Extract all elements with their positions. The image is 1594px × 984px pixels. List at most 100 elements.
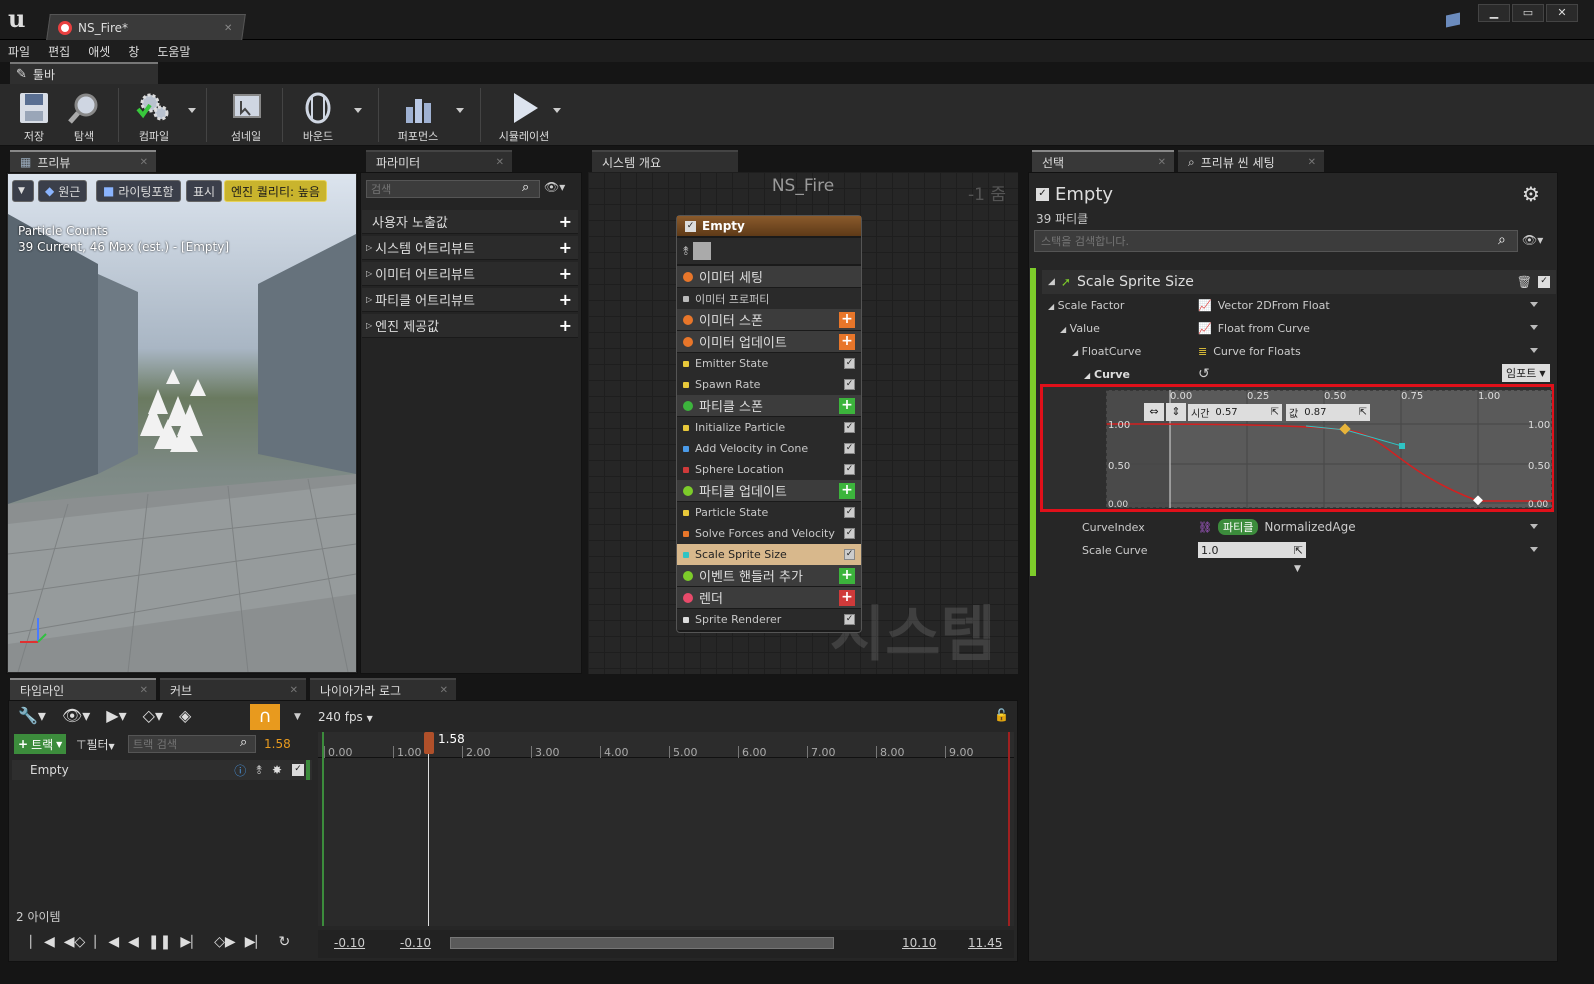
key-options-icon[interactable]: ◇▾ bbox=[143, 706, 163, 725]
save-button[interactable]: 저장 bbox=[12, 86, 56, 144]
view-end-2[interactable]: 11.45 bbox=[968, 936, 1002, 950]
node-row-5[interactable]: Spawn Rate ✓ bbox=[677, 374, 861, 395]
prop-scale-factor[interactable]: ◢ Scale Factor 📈 Vector 2DFrom Float bbox=[1042, 294, 1556, 316]
jump-to-end-icon[interactable]: ▶⎸ bbox=[245, 934, 270, 950]
node-row-3[interactable]: 이미터 업데이트 + bbox=[677, 331, 861, 352]
toolbar-tab[interactable]: ✎ 툴바 bbox=[10, 62, 158, 84]
param-row-user[interactable]: 사용자 노출값 + bbox=[362, 210, 578, 234]
add-track-button[interactable]: + 트랙 ▼ bbox=[14, 734, 67, 754]
eye-options-icon[interactable]: 👁▾ bbox=[62, 706, 90, 725]
param-row-emitter[interactable]: ▷ 이미터 어트리뷰트 + bbox=[362, 262, 578, 286]
selection-enabled-checkbox[interactable]: ✓ bbox=[1036, 188, 1049, 201]
node-row-8[interactable]: Add Velocity in Cone ✓ bbox=[677, 438, 861, 459]
close-icon[interactable]: ✕ bbox=[1158, 157, 1166, 168]
tab-parameters[interactable]: 파라미터 ✕ bbox=[366, 150, 512, 172]
engine-quality-button[interactable]: 엔진 퀄리티: 높음 bbox=[224, 180, 327, 202]
add-module-icon[interactable]: + bbox=[839, 589, 855, 606]
simulation-button[interactable]: 시뮬레이션 bbox=[494, 86, 554, 144]
view-end-1[interactable]: 10.10 bbox=[902, 936, 936, 950]
menu-help[interactable]: 도움말 bbox=[157, 43, 190, 60]
play-reverse-icon[interactable]: ◀ bbox=[128, 934, 139, 950]
key-icon[interactable]: ◈ bbox=[179, 706, 191, 725]
jump-to-start-icon[interactable]: ⎸◀ bbox=[30, 934, 55, 950]
trash-icon[interactable]: 🗑 bbox=[1517, 275, 1532, 289]
module-header[interactable]: ◢ ➚ Scale Sprite Size 🗑 ✓ bbox=[1042, 270, 1556, 294]
close-icon[interactable]: ✕ bbox=[140, 157, 148, 168]
tab-system-overview[interactable]: 시스템 개요 bbox=[592, 150, 738, 172]
chevron-down-icon[interactable] bbox=[1530, 325, 1538, 330]
sparkle-icon[interactable]: ✸ bbox=[272, 763, 282, 777]
tab-preview[interactable]: ▦ 프리뷰 ✕ bbox=[10, 150, 156, 172]
menu-asset[interactable]: 애셋 bbox=[88, 43, 110, 60]
collapse-arrow-icon[interactable]: ◢ bbox=[1048, 277, 1055, 287]
add-icon[interactable]: + bbox=[559, 316, 572, 335]
browse-button[interactable]: 탐색 bbox=[62, 86, 106, 144]
param-row-engine[interactable]: ▷ 엔진 제공값 + bbox=[362, 314, 578, 338]
add-icon[interactable]: + bbox=[559, 212, 572, 231]
key-value-field[interactable]: 값 0.87 ⇱ bbox=[1286, 404, 1370, 421]
param-row-particle[interactable]: ▷ 파티클 어트리뷰트 + bbox=[362, 288, 578, 312]
visibility-eye-icon[interactable]: 👁▾ bbox=[1522, 233, 1543, 247]
node-row-10[interactable]: 파티클 업데이트 + bbox=[677, 480, 861, 501]
track-area[interactable] bbox=[318, 758, 1014, 926]
step-forward-icon[interactable]: ▶⎸ bbox=[180, 934, 205, 950]
snap-magnet-icon[interactable]: ∩ bbox=[250, 704, 280, 730]
node-row-14[interactable]: 이벤트 핸들러 추가 + bbox=[677, 565, 861, 586]
node-row-1[interactable]: 이미터 프로퍼티 bbox=[677, 288, 861, 309]
stack-search-input[interactable] bbox=[1034, 230, 1518, 252]
module-enabled-checkbox[interactable]: ✓ bbox=[844, 549, 855, 560]
settings-gear-icon[interactable]: ⚙ bbox=[1522, 182, 1540, 206]
chevron-down-icon[interactable] bbox=[1530, 547, 1538, 552]
snap-options-chevron-down-icon[interactable]: ▼ bbox=[294, 712, 301, 722]
module-enabled-checkbox[interactable]: ✓ bbox=[844, 379, 855, 390]
chevron-down-icon[interactable] bbox=[1530, 524, 1538, 529]
loop-icon[interactable]: ↻ bbox=[278, 934, 290, 950]
add-module-icon[interactable]: + bbox=[839, 311, 855, 328]
thumbnail-button[interactable]: 섬네일 bbox=[222, 86, 270, 144]
emitter-node-header[interactable]: ✓ Empty bbox=[677, 216, 861, 236]
node-row-16[interactable]: Sprite Renderer ✓ bbox=[677, 609, 861, 630]
module-enabled-checkbox[interactable]: ✓ bbox=[844, 614, 855, 625]
viewport-options-button[interactable]: ▼ bbox=[12, 180, 34, 202]
close-icon[interactable]: ✕ bbox=[496, 157, 504, 168]
add-module-icon[interactable]: + bbox=[839, 397, 855, 414]
close-icon[interactable]: ✕ bbox=[440, 685, 448, 696]
node-row-4[interactable]: Emitter State ✓ bbox=[677, 353, 861, 374]
bounds-options-chevron-down-icon[interactable] bbox=[354, 108, 362, 113]
close-tab-icon[interactable]: ✕ bbox=[224, 23, 232, 34]
tab-curves[interactable]: 커브 ✕ bbox=[160, 678, 306, 700]
param-row-system[interactable]: ▷ 시스템 어트리뷰트 + bbox=[362, 236, 578, 260]
bounds-button[interactable]: 바운드 bbox=[294, 86, 342, 144]
chevron-down-icon[interactable] bbox=[1530, 348, 1538, 353]
tab-preview-scene-settings[interactable]: ⌕ 프리뷰 씬 세팅 ✕ bbox=[1178, 150, 1324, 172]
parameters-search-input[interactable] bbox=[366, 180, 540, 198]
add-icon[interactable]: + bbox=[559, 264, 572, 283]
time-ruler[interactable] bbox=[318, 732, 1014, 758]
tab-selection[interactable]: 선택 ✕ bbox=[1032, 150, 1174, 172]
view-start-2[interactable]: -0.10 bbox=[400, 936, 431, 950]
step-back-icon[interactable]: ⎸◀ bbox=[94, 934, 119, 950]
pause-icon[interactable]: ❚❚ bbox=[148, 934, 171, 950]
perspective-button[interactable]: ◆ 원근 bbox=[38, 180, 88, 202]
module-enabled-checkbox[interactable]: ✓ bbox=[844, 422, 855, 433]
add-icon[interactable]: + bbox=[559, 238, 572, 257]
view-start-1[interactable]: -0.10 bbox=[334, 936, 365, 950]
prop-curve-index[interactable]: CurveIndex ⛓ 파티클 NormalizedAge bbox=[1042, 516, 1556, 538]
close-window-button[interactable]: ✕ bbox=[1546, 4, 1578, 22]
lighting-mode-button[interactable]: ■ 라이팅포함 bbox=[96, 180, 181, 202]
key-time-field[interactable]: 시간 0.57 ⇱ bbox=[1188, 404, 1282, 421]
next-key-icon[interactable]: ◇▶ bbox=[214, 934, 236, 950]
node-row-11[interactable]: Particle State ✓ bbox=[677, 502, 861, 523]
module-enabled-checkbox[interactable]: ✓ bbox=[844, 443, 855, 454]
play-options-icon[interactable]: ▶▾ bbox=[106, 706, 126, 725]
visibility-eye-icon[interactable]: 👁▾ bbox=[544, 180, 565, 194]
module-enabled-checkbox[interactable]: ✓ bbox=[844, 358, 855, 369]
prev-key-icon[interactable]: ◀◇ bbox=[64, 934, 86, 950]
show-button[interactable]: 표시 bbox=[186, 180, 223, 202]
time-range-scrollbar[interactable] bbox=[450, 937, 834, 949]
preview-viewport[interactable]: Particle Counts 39 Current, 46 Max (est.… bbox=[8, 174, 356, 672]
node-row-2[interactable]: 이미터 스폰 + bbox=[677, 309, 861, 330]
track-enabled-checkbox[interactable]: ✓ bbox=[292, 764, 304, 776]
chevron-down-icon[interactable] bbox=[1530, 302, 1538, 307]
emitter-enabled-checkbox[interactable]: ✓ bbox=[685, 220, 696, 232]
